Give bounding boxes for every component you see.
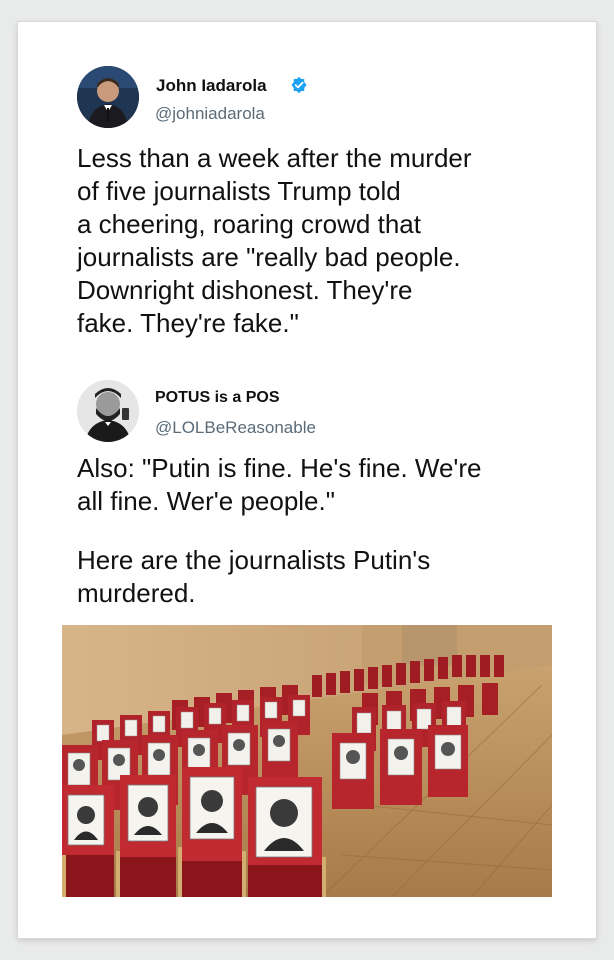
tweet-author-name[interactable]: John Iadarola [156,76,267,96]
potus-is-a-pos-avatar[interactable] [77,380,139,442]
verified-badge-icon [291,76,307,94]
reply-author-handle[interactable]: @LOLBeReasonable [155,418,316,438]
photo-of-empty-chairs-with-portraits [62,625,552,897]
reply-text-putin-quote: Also: "Putin is fine. He's fine. We're a… [77,453,482,516]
reply-author-name[interactable]: POTUS is a POS [155,389,279,407]
tweet-author-handle[interactable]: @johniadarola [155,104,265,124]
avatar-portrait-icon [77,66,139,128]
reply-text-journalists: Here are the journalists Putin's murdere… [77,545,431,608]
john-iadarola-avatar[interactable] [77,66,139,128]
lincoln-selfie-portrait-icon [77,380,139,442]
attached-photo-chairs[interactable] [62,625,552,897]
tweet-text: Less than a week after the murder of fiv… [77,143,472,338]
